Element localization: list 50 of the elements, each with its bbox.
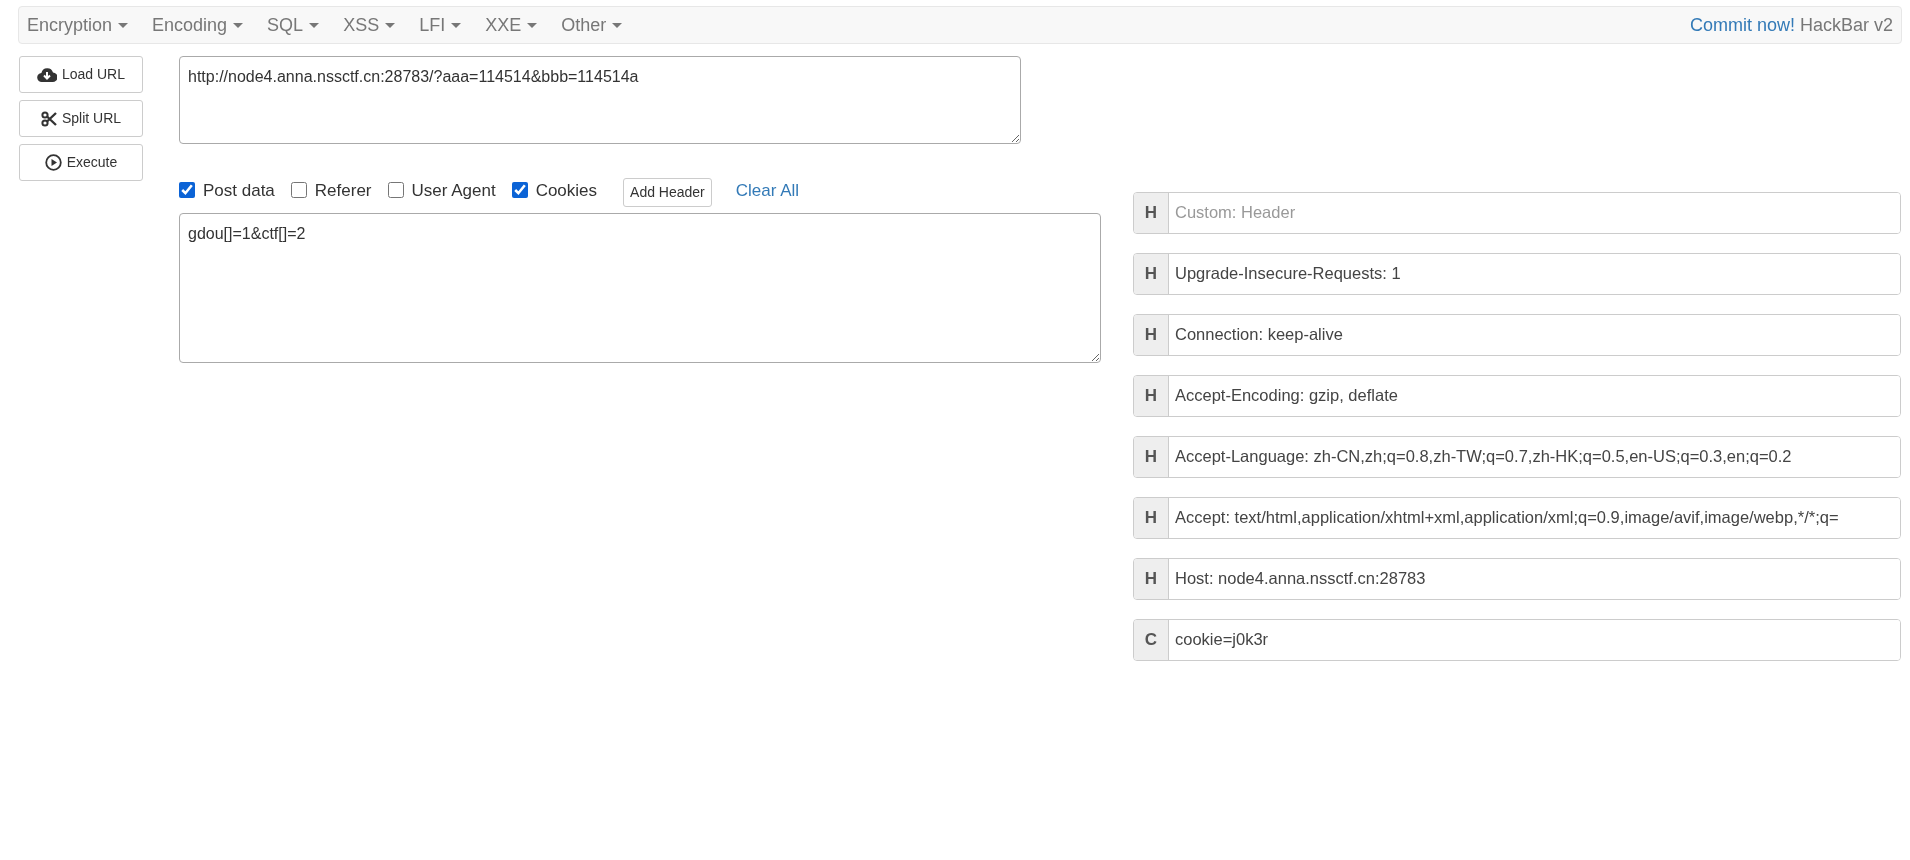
header-field[interactable]: H Accept-Language: zh-CN,zh;q=0.8,zh-TW;q=0.7,zh-HK;q=0.5,en-US;q=0.3,en;q=0.2 bbox=[1133, 435, 1901, 478]
checkbox-option[interactable]: Referer bbox=[290, 177, 372, 203]
menu-dropdown[interactable]: SQL bbox=[267, 11, 330, 39]
header-field[interactable]: H Accept: text/html,application/xhtml+xml,application/xml;q=0.9,image/avif,image/webp,*/*;q= bbox=[1133, 496, 1901, 539]
header-type-label: H bbox=[1134, 253, 1169, 294]
caret-icon bbox=[527, 22, 538, 28]
scissors-icon bbox=[40, 110, 57, 127]
checkbox-option[interactable]: Post data bbox=[179, 177, 275, 203]
header-type-label: H bbox=[1134, 558, 1169, 599]
header-field[interactable]: H Host: node4.anna.nssctf.cn:28783 bbox=[1133, 557, 1901, 600]
menu-dropdown[interactable]: Other bbox=[561, 11, 633, 39]
checkbox[interactable] bbox=[511, 182, 528, 199]
caret-icon bbox=[385, 22, 396, 28]
split-button[interactable]: Split URL bbox=[19, 100, 143, 137]
header-field[interactable]: H Custom: Header bbox=[1133, 191, 1901, 234]
commit-link[interactable]: Commit now! bbox=[1689, 11, 1795, 39]
header-field[interactable]: C cookie=j0k3r bbox=[1133, 618, 1901, 661]
checkbox-option[interactable]: User Agent bbox=[387, 177, 496, 203]
clear-all-link[interactable]: Clear All bbox=[735, 177, 800, 203]
checkbox[interactable] bbox=[290, 182, 307, 199]
caret-icon bbox=[233, 22, 244, 28]
header-field[interactable]: H Upgrade-Insecure-Requests: 1 bbox=[1133, 252, 1901, 295]
execute-button[interactable]: Execute bbox=[19, 144, 143, 181]
header-type-label: H bbox=[1134, 192, 1169, 233]
header-type-label: H bbox=[1134, 375, 1169, 416]
caret-icon bbox=[612, 22, 623, 28]
menu-dropdown[interactable]: LFI bbox=[419, 11, 472, 39]
caret-icon bbox=[309, 22, 320, 28]
menu-dropdown[interactable]: Encryption bbox=[27, 11, 139, 39]
header-type-label: H bbox=[1134, 436, 1169, 477]
load-button[interactable]: Load URL bbox=[19, 56, 143, 93]
menu-dropdown[interactable]: XXE bbox=[485, 11, 548, 39]
checkbox[interactable] bbox=[179, 182, 195, 199]
header-type-label: C bbox=[1134, 619, 1169, 660]
cloud-download-icon bbox=[36, 66, 57, 83]
url-field[interactable]: http://node4.anna.nssctf.cn:28783/?aaa=114514&bbb=114514a bbox=[179, 56, 1021, 144]
caret-icon bbox=[118, 22, 129, 28]
header-field[interactable]: H Connection: keep-alive bbox=[1133, 313, 1901, 356]
app-title: HackBar v2 bbox=[1799, 13, 1893, 37]
checkbox-option[interactable]: Cookies bbox=[511, 177, 598, 203]
header-type-label: H bbox=[1134, 497, 1169, 538]
menu-dropdown[interactable]: XSS bbox=[343, 11, 406, 39]
post-data-field[interactable]: gdou[]=1&ctf[]=2 bbox=[179, 212, 1101, 363]
menu-dropdown[interactable]: Encoding bbox=[152, 11, 254, 39]
play-circle-icon bbox=[44, 154, 62, 171]
header-field[interactable]: H Accept-Encoding: gzip, deflate bbox=[1133, 374, 1901, 417]
caret-icon bbox=[451, 22, 462, 28]
header-type-label: H bbox=[1134, 314, 1169, 355]
checkbox[interactable] bbox=[387, 182, 404, 199]
add-header-button[interactable]: Add Header bbox=[623, 177, 712, 207]
